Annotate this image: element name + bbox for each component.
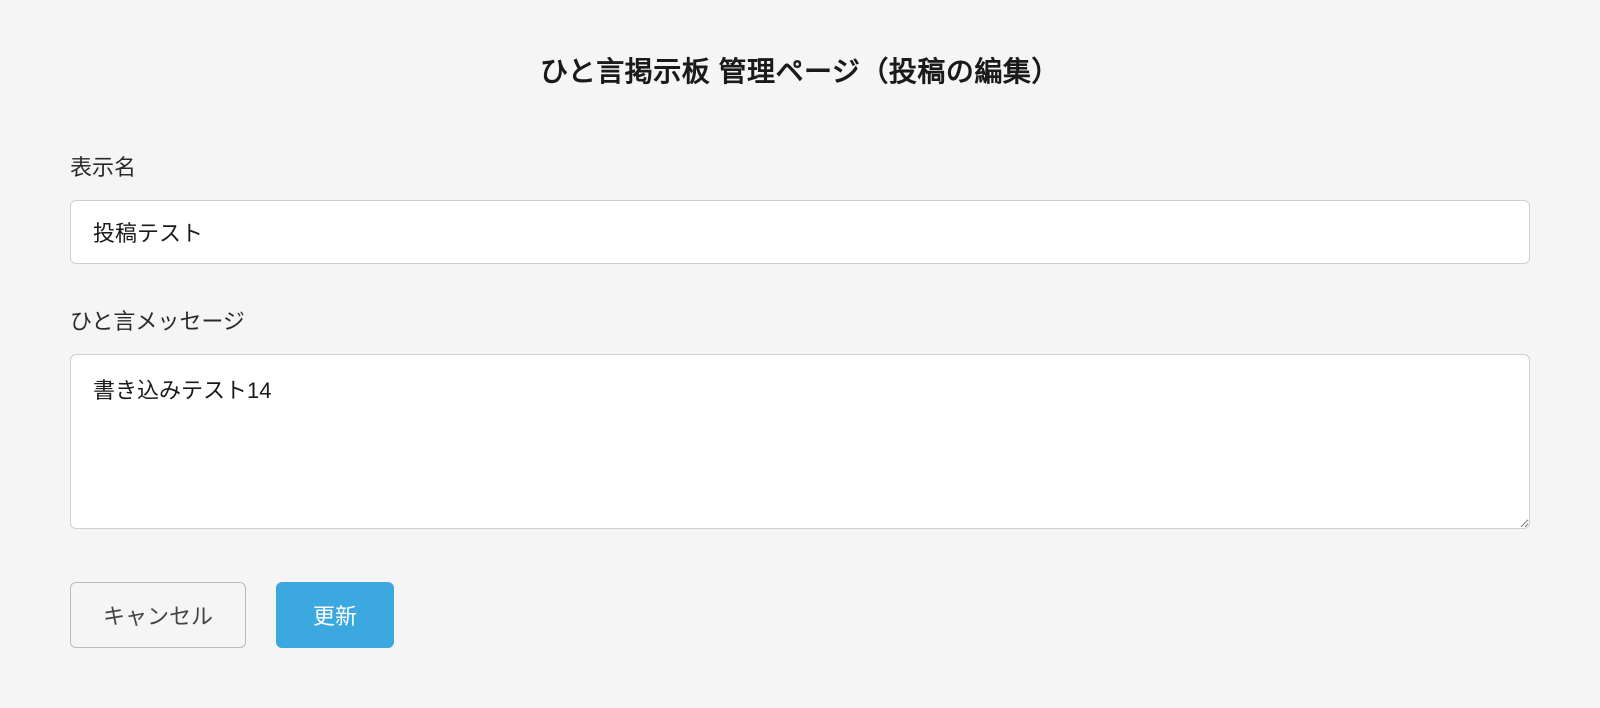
display-name-input[interactable] <box>70 200 1530 264</box>
display-name-label: 表示名 <box>70 150 1530 182</box>
page-container: ひと言掲示板 管理ページ（投稿の編集） 表示名 ひと言メッセージ キャンセル 更… <box>70 0 1530 648</box>
update-button[interactable]: 更新 <box>276 582 394 648</box>
button-row: キャンセル 更新 <box>70 582 1530 648</box>
page-title: ひと言掲示板 管理ページ（投稿の編集） <box>70 50 1530 90</box>
cancel-button[interactable]: キャンセル <box>70 582 246 648</box>
message-label: ひと言メッセージ <box>70 304 1530 336</box>
display-name-group: 表示名 <box>70 150 1530 264</box>
message-group: ひと言メッセージ <box>70 304 1530 534</box>
message-textarea[interactable] <box>70 354 1530 529</box>
